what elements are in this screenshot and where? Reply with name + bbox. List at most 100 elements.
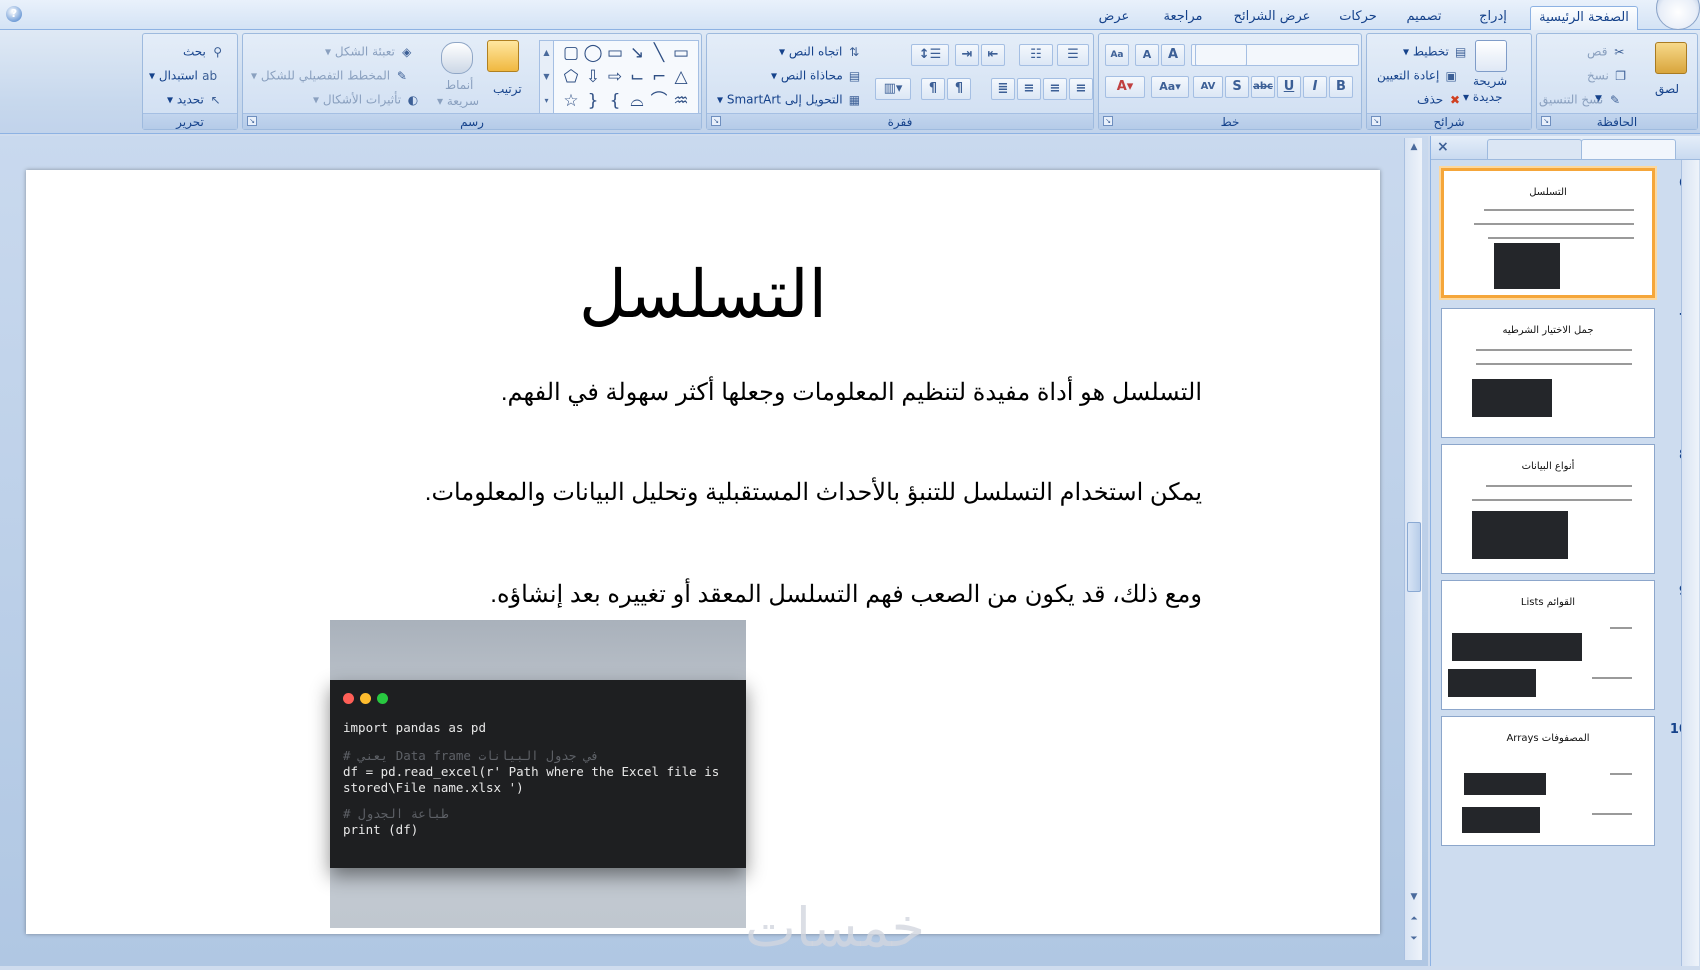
scroll-thumb[interactable]	[1407, 522, 1421, 592]
copy-button[interactable]: ❐ نسخ	[1587, 68, 1629, 84]
slide-thumbnail-8[interactable]: أنواع البيانات	[1441, 444, 1655, 574]
shape-arc-icon[interactable]: ⌓	[626, 91, 648, 111]
arrange-button[interactable]: ترتيب	[493, 82, 522, 96]
shape-line-icon[interactable]: ╲	[648, 43, 670, 63]
new-slide-button[interactable]: جديدة ▾	[1463, 90, 1503, 104]
shape-connector-icon[interactable]: ⌙	[626, 67, 648, 87]
paste-icon[interactable]	[1655, 42, 1687, 74]
slide-thumbnail-10[interactable]: المصفوفات Arrays	[1441, 716, 1655, 846]
columns-button[interactable]: ▥▾	[875, 78, 911, 100]
rtl-button[interactable]: ¶	[947, 78, 971, 100]
convert-smartart-button[interactable]: ▦ التحويل إلى SmartArt ▾	[717, 92, 862, 108]
shape-curve-icon[interactable]: ⌒	[648, 91, 670, 111]
grow-font-button[interactable]: A	[1161, 44, 1185, 66]
tab-slide-show[interactable]: عرض الشرائح	[1222, 6, 1322, 30]
strikethrough-button[interactable]: abc	[1251, 76, 1275, 98]
tab-home[interactable]: الصفحة الرئيسية	[1530, 6, 1638, 30]
shape-textbox-icon[interactable]: ▭	[670, 43, 692, 63]
shape-effects-button[interactable]: ◐ تأثيرات الأشكال ▾	[313, 92, 421, 108]
scroll-up-icon[interactable]: ▲	[1407, 140, 1421, 154]
text-direction-button[interactable]: ⇅ اتجاه النص ▾	[779, 44, 862, 60]
italic-button[interactable]: I	[1303, 76, 1327, 98]
tab-slides[interactable]	[1581, 139, 1676, 159]
shape-down-arrow-icon[interactable]: ⇩	[582, 67, 604, 87]
shape-triangle-icon[interactable]: △	[670, 67, 692, 87]
char-spacing-button[interactable]: AV	[1193, 76, 1223, 98]
close-icon[interactable]: ×	[1437, 139, 1449, 155]
decrease-indent-button[interactable]: ⇤	[981, 44, 1005, 66]
shape-star-icon[interactable]: ☆	[560, 91, 582, 111]
line-spacing-button[interactable]: ↕☰	[911, 44, 949, 66]
slide-bullet-1[interactable]: التسلسل هو أداة مفيدة لتنظيم المعلومات و…	[501, 378, 1202, 407]
align-right-button[interactable]: ≡	[1069, 78, 1093, 100]
quick-styles-button[interactable]: سريعة ▾	[437, 94, 479, 108]
paragraph-launcher-icon[interactable]: ↘	[711, 116, 721, 126]
bullets-button[interactable]: ☰	[1057, 44, 1089, 66]
shrink-font-button[interactable]: A	[1135, 44, 1159, 66]
drawing-launcher-icon[interactable]: ↘	[247, 116, 257, 126]
shape-elbow-icon[interactable]: ⌐	[648, 67, 670, 87]
font-size-dropdown[interactable]	[1195, 44, 1247, 66]
slide-bullet-2[interactable]: يمكن استخدام التسلسل للتنبؤ بالأحداث الم…	[425, 478, 1202, 507]
shape-rectangle-icon[interactable]: ▭	[604, 43, 626, 63]
shape-right-arrow-icon[interactable]: ⇨	[604, 67, 626, 87]
new-slide-label-1[interactable]: شريحة	[1473, 74, 1507, 88]
tab-design[interactable]: تصميم	[1392, 6, 1456, 30]
shapes-gallery-scroll[interactable]: ▲ ▼ ▾	[540, 41, 554, 113]
clear-formatting-button[interactable]: Aa	[1105, 44, 1129, 66]
quick-styles-icon[interactable]	[441, 42, 473, 74]
cut-button[interactable]: ✂ قص	[1587, 44, 1627, 60]
shape-freeform-icon[interactable]: ♒	[670, 91, 692, 111]
underline-button[interactable]: U	[1277, 76, 1301, 98]
office-button[interactable]	[1656, 0, 1700, 30]
scroll-down-icon[interactable]: ▼	[1407, 890, 1421, 904]
shapes-gallery[interactable]: ▭ ╲ ↘ ▭ ◯ ▢ △ ⌐ ⌙ ⇨ ⇩ ⬠ ♒ ⌒ ⌓ { } ☆ ▲ ▼ ▾	[539, 40, 699, 114]
increase-indent-button[interactable]: ⇥	[955, 44, 979, 66]
paste-button[interactable]: لصق	[1655, 82, 1679, 96]
quick-styles-label-1[interactable]: أنماط	[445, 78, 473, 92]
numbering-button[interactable]: ☷	[1019, 44, 1053, 66]
replace-button[interactable]: ab استبدال ▾	[149, 68, 218, 84]
editor-vertical-scrollbar[interactable]: ▲ ▼ ⏶ ⏷	[1404, 138, 1422, 960]
slide-title[interactable]: التسلسل	[26, 256, 1380, 333]
shape-rounded-rect-icon[interactable]: ▢	[560, 43, 582, 63]
help-icon[interactable]: ?	[6, 6, 22, 22]
font-color-button[interactable]: A▾	[1105, 76, 1145, 98]
code-screenshot-image[interactable]: import pandas as pd # يعني Data frame في…	[330, 620, 746, 928]
slide-canvas[interactable]: التسلسل التسلسل هو أداة مفيدة لتنظيم الم…	[26, 170, 1380, 934]
tab-outline[interactable]	[1487, 139, 1582, 159]
shape-pentagon-icon[interactable]: ⬠	[560, 67, 582, 87]
justify-button[interactable]: ≣	[991, 78, 1015, 100]
shape-brace-left-icon[interactable]: {	[604, 91, 626, 111]
slide-thumbnail-7[interactable]: جمل الاختيار الشرطيه	[1441, 308, 1655, 438]
shadow-button[interactable]: S	[1225, 76, 1249, 98]
slides-launcher-icon[interactable]: ↘	[1371, 116, 1381, 126]
slide-thumbnail-6[interactable]: التسلسل	[1441, 168, 1655, 298]
next-slide-icon[interactable]: ⏷	[1407, 932, 1421, 946]
tab-review[interactable]: مراجعة	[1148, 6, 1218, 30]
bold-button[interactable]: B	[1329, 76, 1353, 98]
find-button[interactable]: ⚲ بحث	[183, 44, 226, 60]
font-launcher-icon[interactable]: ↘	[1103, 116, 1113, 126]
reset-button[interactable]: ▣ إعادة التعيين	[1377, 68, 1459, 84]
tab-animations[interactable]: حركات	[1328, 6, 1388, 30]
layout-button[interactable]: ▤ تخطيط ▾	[1403, 44, 1469, 60]
delete-slide-button[interactable]: ✖ حذف	[1417, 92, 1463, 108]
tab-view[interactable]: عرض	[1086, 6, 1142, 30]
shape-outline-button[interactable]: ✎ المخطط التفصيلي للشكل ▾	[251, 68, 410, 84]
previous-slide-icon[interactable]: ⏶	[1407, 912, 1421, 926]
slide-bullet-3[interactable]: ومع ذلك، قد يكون من الصعب فهم التسلسل ال…	[490, 580, 1202, 609]
slide-thumbnail-9[interactable]: القوائم Lists	[1441, 580, 1655, 710]
format-painter-button[interactable]: ✎ نسخ التنسيق	[1539, 92, 1623, 108]
align-text-button[interactable]: ▤ محاذاة النص ▾	[771, 68, 863, 84]
tab-insert[interactable]: إدراج	[1462, 6, 1524, 30]
arrange-icon[interactable]	[487, 40, 519, 72]
new-slide-icon[interactable]	[1475, 40, 1507, 72]
shape-arrow-line-icon[interactable]: ↘	[626, 43, 648, 63]
clipboard-launcher-icon[interactable]: ↘	[1541, 116, 1551, 126]
shape-brace-right-icon[interactable]: }	[582, 91, 604, 111]
select-button[interactable]: ↖ تحديد ▾	[167, 92, 224, 108]
align-center-button[interactable]: ≡	[1043, 78, 1067, 100]
ltr-button[interactable]: ¶	[921, 78, 945, 100]
slides-pane-scrollbar[interactable]	[1681, 160, 1699, 966]
